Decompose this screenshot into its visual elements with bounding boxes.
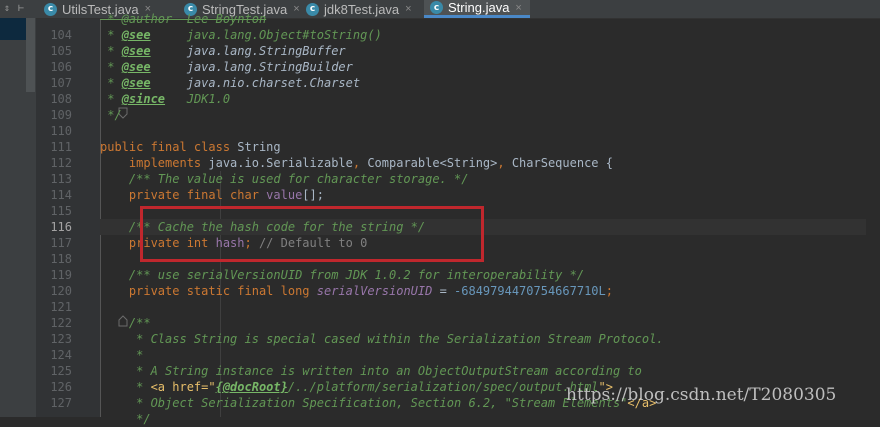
project-scrollbar[interactable] — [26, 18, 35, 92]
pin-icon[interactable]: ⊢ — [18, 3, 24, 14]
code-line-105: * @see java.lang.StringBuffer — [100, 44, 346, 58]
tool-strip-icons: ⇕ ⊢ — [0, 0, 36, 18]
code-line-111: public final class String — [100, 140, 281, 154]
line-number: 111 — [50, 140, 72, 154]
line-number-current: 116 — [50, 220, 72, 234]
line-number: 113 — [50, 172, 72, 186]
line-number: 120 — [50, 284, 72, 298]
line-number: 105 — [50, 44, 72, 58]
line-number-gutter: 104 105 106 107 108 109 110 111 112 113 … — [36, 19, 128, 417]
code-line-124: * — [100, 348, 144, 362]
line-number: 107 — [50, 76, 72, 90]
code-line-112: implements java.io.Serializable, Compara… — [100, 156, 613, 170]
code-line-106: * @see java.lang.StringBuilder — [100, 60, 353, 74]
code-line-113: /** The value is used for character stor… — [100, 172, 469, 186]
code-line-114: private final char value[]; — [100, 188, 324, 202]
line-number: 122 — [50, 316, 72, 330]
project-tool-strip: ⇕ ⊢ — [0, 0, 36, 417]
vertical-scrollbar[interactable] — [866, 19, 880, 417]
line-number: 112 — [50, 156, 72, 170]
line-number: 125 — [50, 364, 72, 378]
code-line-107: * @see java.nio.charset.Charset — [100, 76, 361, 90]
code-line-125: * A String instance is written into an O… — [100, 364, 642, 378]
code-line-119: /** use serialVersionUID from JDK 1.0.2 … — [100, 268, 585, 282]
line-number: 108 — [50, 92, 72, 106]
code-line-122: /** — [100, 316, 151, 330]
line-number: 127 — [50, 396, 72, 410]
code-line-103: * @author Lee Boynton — [100, 12, 267, 26]
code-line-128: */ — [100, 412, 151, 426]
line-number: 123 — [50, 332, 72, 346]
java-class-icon: c — [44, 2, 57, 16]
selected-project-item[interactable] — [0, 18, 26, 40]
code-line-109: */ — [100, 108, 122, 122]
line-number: 110 — [50, 124, 72, 138]
collapse-icon[interactable]: ⇕ — [4, 3, 10, 14]
line-number: 114 — [50, 188, 72, 202]
line-number: 118 — [50, 252, 72, 266]
line-number: 119 — [50, 268, 72, 282]
line-number: 117 — [50, 236, 72, 250]
watermark-text: https://blog.csdn.net/T2080305 — [566, 385, 837, 405]
line-number: 121 — [50, 300, 72, 314]
code-line-104: * @see java.lang.Object#toString() — [100, 28, 382, 42]
code-line-108: * @since JDK1.0 — [100, 92, 231, 106]
line-number: 124 — [50, 348, 72, 362]
code-line-123: * Class String is special cased within t… — [100, 332, 664, 346]
highlight-annotation-box — [140, 206, 484, 262]
line-number: 115 — [50, 204, 72, 218]
line-number: 106 — [50, 60, 72, 74]
line-number: 109 — [50, 108, 72, 122]
line-number: 104 — [50, 28, 72, 42]
code-line-120: private static final long serialVersionU… — [100, 284, 613, 298]
line-number: 126 — [50, 380, 72, 394]
